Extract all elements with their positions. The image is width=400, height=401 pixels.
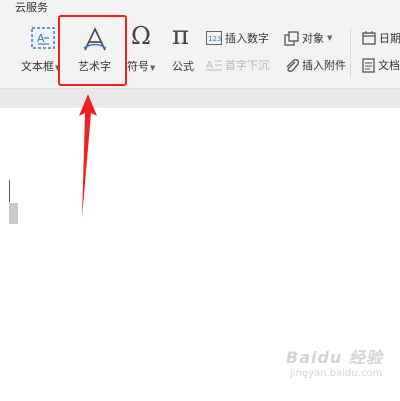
insert-number-button[interactable]: 123 插入数字 [206, 30, 269, 46]
document-icon [362, 57, 375, 73]
symbol-button[interactable]: Ω 符号▼ [126, 22, 162, 76]
watermark-url: jingyan.baidu.com [290, 368, 383, 379]
formula-button[interactable]: π 公式 [168, 21, 204, 76]
first-letter-sink-button[interactable]: A 首字下沉 [206, 57, 269, 73]
watermark-brand: Baidu 经验 [286, 348, 383, 367]
document-button[interactable]: 文档 [362, 57, 400, 73]
tab-cloud-service[interactable]: 云服务 [15, 0, 48, 15]
chevron-down-icon: ▼ [327, 34, 333, 42]
baidu-watermark: Baidu 经验 jingyan.baidu.com [286, 344, 396, 390]
omega-icon: Ω [131, 22, 151, 50]
symbol-label: 符号▼ [127, 60, 156, 73]
margin-marker [9, 203, 18, 224]
text-cursor [9, 180, 10, 202]
text-box-icon: A [31, 27, 55, 49]
calendar-icon [362, 31, 376, 45]
ribbon-separator [350, 28, 351, 78]
svg-text:A: A [37, 32, 45, 45]
object-button[interactable]: 对象 ▼ [284, 30, 332, 46]
ribbon-tab-strip: 云服务 [0, 0, 400, 16]
formula-label: 公式 [172, 60, 194, 73]
pi-icon: π [172, 21, 190, 51]
red-arrow-annotation [79, 94, 97, 219]
insert-attachment-button[interactable]: 插入附件 [284, 57, 346, 73]
date-label: 日期 [379, 32, 400, 45]
object-icon [284, 30, 299, 46]
object-label: 对象 [302, 32, 324, 45]
svg-text:A: A [206, 60, 213, 71]
number-123-icon: 123 [206, 31, 222, 45]
paperclip-icon [286, 58, 299, 72]
date-button[interactable]: 日期 [362, 30, 400, 46]
ribbon-status-strip [0, 88, 400, 109]
drop-cap-icon: A [206, 60, 222, 71]
first-letter-sink-label: 首字下沉 [225, 59, 269, 72]
word-art-highlight-box [58, 15, 127, 86]
insert-attachment-label: 插入附件 [302, 59, 346, 72]
svg-text:123: 123 [208, 35, 221, 43]
insert-number-label: 插入数字 [225, 32, 269, 45]
chevron-down-icon: ▼ [150, 64, 156, 72]
document-label: 文档 [378, 59, 400, 72]
text-box-label: 文本框▼ [21, 60, 61, 73]
